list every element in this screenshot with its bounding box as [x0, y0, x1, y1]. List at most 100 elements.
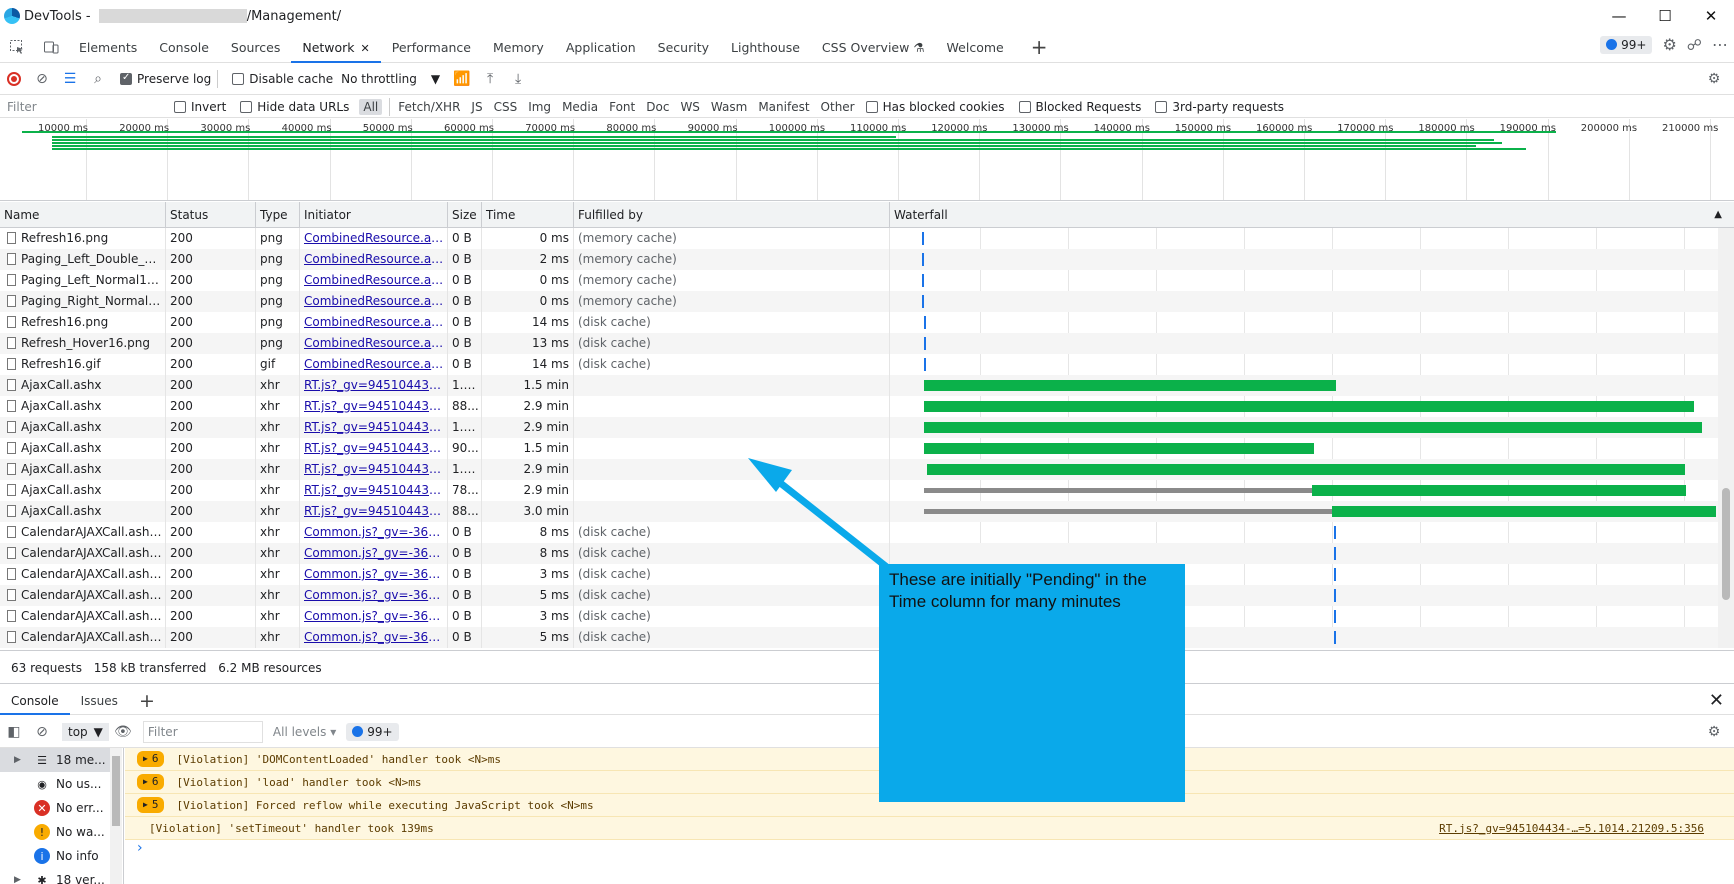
export-har-icon[interactable]: ⤓ [504, 65, 532, 93]
cell-name[interactable]: Paging_Right_Normal16... [0, 291, 166, 312]
network-conditions-icon[interactable]: 📶 [448, 65, 476, 93]
filter-type-fetch-xhr[interactable]: Fetch/XHR [394, 99, 464, 115]
network-overview-timeline[interactable]: 10000 ms 20000 ms 30000 ms 40000 ms 50000 ms… [0, 119, 1734, 201]
table-scrollbar[interactable] [1718, 228, 1734, 648]
disable-cache-check[interactable] [232, 72, 245, 85]
console-clear-icon[interactable]: ⊘ [28, 718, 56, 746]
cell-initiator[interactable]: Common.js?_gv=-36634... [300, 564, 448, 585]
filter-type-js[interactable]: JS [467, 99, 486, 115]
table-row[interactable]: Paging_Left_Normal16.p... 200 png CombinedR… [0, 270, 1718, 291]
third-party-requests-checkbox[interactable]: 3rd-party requests [1155, 100, 1284, 114]
cell-initiator[interactable]: RT.js?_gv=945104434-2... [300, 438, 448, 459]
more-options-icon[interactable]: ⋯ [1712, 35, 1728, 54]
cell-name[interactable]: AjaxCall.ashx [0, 417, 166, 438]
feedback-icon[interactable]: ☍ [1687, 36, 1702, 54]
cell-name[interactable]: CalendarAJAXCall.ashx?... [0, 543, 166, 564]
table-row[interactable]: CalendarAJAXCall.ashx?... 200 xhr Common.js… [0, 564, 1718, 585]
tab-application[interactable]: Application [555, 32, 647, 63]
cell-initiator[interactable]: CombinedResource.ashx... [300, 333, 448, 354]
table-row[interactable]: CalendarAJAXCall.ashx?... 200 xhr Common.js… [0, 585, 1718, 606]
table-row[interactable]: Refresh16.png 200 png CombinedResource.ashx… [0, 228, 1718, 249]
scrollbar-thumb[interactable] [1722, 488, 1730, 600]
inspect-element-icon[interactable] [0, 32, 34, 63]
network-settings-gear-icon[interactable]: ⚙ [1700, 65, 1728, 93]
tab-security[interactable]: Security [647, 32, 720, 63]
table-row[interactable]: AjaxCall.ashx 200 xhr RT.js?_gv=945104434-2… [0, 480, 1718, 501]
message-group-count[interactable]: ▶ 6 [137, 774, 165, 790]
cell-name[interactable]: CalendarAJAXCall.ashx?... [0, 564, 166, 585]
filter-type-ws[interactable]: WS [676, 99, 703, 115]
cell-initiator[interactable]: RT.js?_gv=945104434-2... [300, 501, 448, 522]
tab-memory[interactable]: Memory [482, 32, 555, 63]
cell-initiator[interactable]: Common.js?_gv=-36634... [300, 606, 448, 627]
cell-initiator[interactable]: RT.js?_gv=945104434-2... [300, 459, 448, 480]
cell-initiator[interactable]: CombinedResource.ashx... [300, 354, 448, 375]
table-row[interactable]: AjaxCall.ashx 200 xhr RT.js?_gv=945104434-2… [0, 501, 1718, 522]
tab-performance[interactable]: Performance [381, 32, 482, 63]
has-blocked-cookies-check[interactable] [865, 100, 878, 113]
table-row[interactable]: CalendarAJAXCall.ashx?... 200 xhr Common.js… [0, 543, 1718, 564]
console-filter-input[interactable]: Filter [142, 720, 263, 743]
console-sidebar-item[interactable]: ▶ ✱ 18 ver... [0, 868, 110, 884]
table-row[interactable]: Refresh16.gif 200 gif CombinedResource.ashx… [0, 354, 1718, 375]
cell-name[interactable]: AjaxCall.ashx [0, 438, 166, 459]
cell-initiator[interactable]: RT.js?_gv=945104434-2... [300, 480, 448, 501]
cell-initiator[interactable]: RT.js?_gv=945104434-2... [300, 417, 448, 438]
has-blocked-cookies-checkbox[interactable]: Has blocked cookies [865, 100, 1005, 114]
cell-name[interactable]: Refresh16.gif [0, 354, 166, 375]
settings-gear-icon[interactable]: ⚙ [1662, 35, 1676, 54]
cell-name[interactable]: Refresh16.png [0, 228, 166, 249]
column-header-waterfall[interactable]: Waterfall ▲ [890, 202, 1734, 228]
table-row[interactable]: CalendarAJAXCall.ashx?... 200 xhr Common.js… [0, 522, 1718, 543]
hide-data-urls-checkbox[interactable]: Hide data URLs [240, 100, 349, 114]
cell-name[interactable]: AjaxCall.ashx [0, 501, 166, 522]
filter-type-font[interactable]: Font [605, 99, 639, 115]
table-row[interactable]: Paging_Left_Double_No... 200 png CombinedRe… [0, 249, 1718, 270]
filter-type-other[interactable]: Other [817, 99, 859, 115]
table-row[interactable]: AjaxCall.ashx 200 xhr RT.js?_gv=945104434-2… [0, 417, 1718, 438]
filter-type-all[interactable]: All [359, 98, 383, 115]
console-sidebar-item[interactable]: ▶ ☰ 18 me... [0, 748, 110, 772]
sidebar-scrollbar[interactable] [110, 748, 122, 884]
cell-initiator[interactable]: RT.js?_gv=945104434-2... [300, 396, 448, 417]
cell-name[interactable]: CalendarAJAXCall.ashx?... [0, 522, 166, 543]
column-header-size[interactable]: Size [448, 202, 482, 228]
message-group-count[interactable]: ▶ 6 [137, 751, 165, 767]
table-row[interactable]: AjaxCall.ashx 200 xhr RT.js?_gv=945104434-2… [0, 375, 1718, 396]
table-row[interactable]: Refresh16.png 200 png CombinedResource.ashx… [0, 312, 1718, 333]
preserve-log-checkbox[interactable]: Preserve log [120, 72, 211, 86]
expand-triangle-icon[interactable]: ▶ [14, 755, 21, 765]
blocked-requests-check[interactable] [1018, 100, 1031, 113]
record-stop-icon[interactable] [0, 65, 28, 93]
filter-type-wasm[interactable]: Wasm [707, 99, 751, 115]
close-tab-icon[interactable]: ✕ [361, 42, 370, 55]
filter-input[interactable]: Filter [0, 100, 170, 114]
live-expression-eye-icon[interactable]: 👁 [109, 718, 137, 746]
minimize-icon[interactable]: — [1596, 0, 1642, 32]
message-source-link[interactable]: RT.js?_gv=945104434-…=5.1014.21209.5:356 [1439, 822, 1704, 835]
preserve-log-check[interactable] [120, 72, 132, 85]
console-settings-gear-icon[interactable]: ⚙ [1700, 718, 1728, 746]
blocked-requests-checkbox[interactable]: Blocked Requests [1018, 100, 1141, 114]
table-row[interactable]: AjaxCall.ashx 200 xhr RT.js?_gv=945104434-2… [0, 459, 1718, 480]
column-header-initiator[interactable]: Initiator [300, 202, 448, 228]
cell-initiator[interactable]: RT.js?_gv=945104434-2... [300, 375, 448, 396]
tab-sources[interactable]: Sources [220, 32, 291, 63]
expand-triangle-icon[interactable]: ▶ [14, 875, 21, 884]
cell-name[interactable]: CalendarAJAXCall.ashx?... [0, 627, 166, 648]
console-sidebar-item[interactable]: ✕ No err... [0, 796, 110, 820]
console-sidebar-item[interactable]: ◉ No us... [0, 772, 110, 796]
filter-type-media[interactable]: Media [558, 99, 602, 115]
filter-icon[interactable]: ☰ [56, 65, 84, 93]
hide-data-urls-check[interactable] [240, 100, 253, 113]
table-row[interactable]: CalendarAJAXCall.ashx?... 200 xhr Common.js… [0, 627, 1718, 648]
issues-badge[interactable]: 99+ [1600, 35, 1653, 54]
filter-type-doc[interactable]: Doc [642, 99, 673, 115]
drawer-add-tab-icon[interactable]: + [139, 690, 155, 712]
third-party-check[interactable] [1155, 100, 1168, 113]
filter-type-css[interactable]: CSS [490, 99, 522, 115]
console-message[interactable]: [Violation] 'setTimeout' handler took 13… [125, 817, 1734, 840]
cell-initiator[interactable]: CombinedResource.ashx... [300, 249, 448, 270]
cell-name[interactable]: AjaxCall.ashx [0, 459, 166, 480]
tab-lighthouse[interactable]: Lighthouse [720, 32, 811, 63]
